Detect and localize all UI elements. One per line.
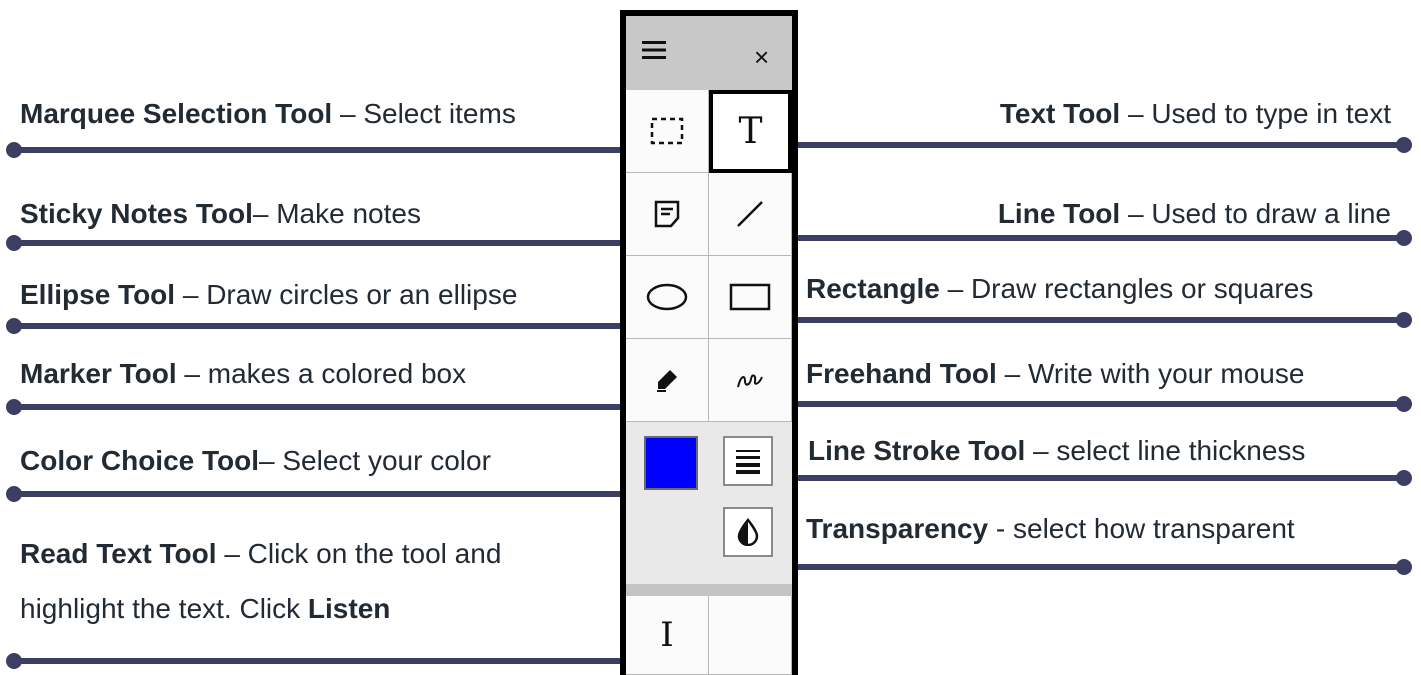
- sticky-notes-tool[interactable]: [626, 173, 709, 256]
- label-transparency: Transparency - select how transparent: [806, 513, 1295, 544]
- label-sticky-notes: Sticky Notes Tool– Make notes: [20, 198, 421, 229]
- label-line-stroke: Line Stroke Tool – select line thickness: [808, 435, 1306, 466]
- connector-dot: [1396, 230, 1412, 246]
- marquee-icon: [650, 117, 684, 145]
- toolbar-divider: [626, 584, 792, 596]
- connector-freehand: [776, 401, 1404, 407]
- read-text-cursor-icon: I: [660, 615, 674, 655]
- line-stroke-button[interactable]: [723, 436, 773, 486]
- ellipse-tool[interactable]: [626, 256, 709, 339]
- toolbar-header: ×: [626, 16, 792, 90]
- connector-dot: [6, 235, 22, 251]
- read-text-tool[interactable]: I: [626, 596, 709, 675]
- line-tool[interactable]: [709, 173, 792, 256]
- connector-sticky: [12, 240, 642, 246]
- toolbar-diagram: Marquee Selection Tool – Select items St…: [0, 0, 1421, 675]
- rectangle-icon: [728, 281, 772, 313]
- connector-marquee: [12, 147, 642, 153]
- connector-dot: [6, 486, 22, 502]
- connector-rectangle: [776, 317, 1404, 323]
- connector-dot: [1396, 137, 1412, 153]
- label-line-tool: Line Tool – Used to draw a line: [997, 198, 1391, 229]
- marker-icon: [654, 367, 680, 393]
- connector-read-text: [12, 658, 642, 664]
- connector-text-tool: [776, 142, 1404, 148]
- connector-dot: [6, 142, 22, 158]
- label-text-tool: Text Tool – Used to type in text: [999, 98, 1391, 129]
- close-button[interactable]: ×: [754, 44, 769, 70]
- connector-dot: [1396, 312, 1412, 328]
- label-color-choice: Color Choice Tool– Select your color: [20, 445, 491, 476]
- connector-color: [12, 491, 642, 497]
- label-marquee: Marquee Selection Tool – Select items: [20, 98, 516, 129]
- marker-tool[interactable]: [626, 339, 709, 422]
- connector-dot: [1396, 396, 1412, 412]
- line-icon: [734, 198, 766, 230]
- freehand-tool[interactable]: [709, 339, 792, 422]
- connector-stroke: [776, 475, 1404, 481]
- ellipse-icon: [645, 281, 689, 313]
- connector-line-tool: [776, 235, 1404, 241]
- transparency-button[interactable]: [723, 507, 773, 557]
- text-tool[interactable]: T: [709, 90, 792, 173]
- empty-tool-slot: [709, 596, 792, 675]
- label-marker: Marker Tool – makes a colored box: [20, 358, 467, 389]
- label-ellipse: Ellipse Tool – Draw circles or an ellips…: [20, 279, 518, 310]
- connector-dot: [1396, 470, 1412, 486]
- hamburger-menu-icon[interactable]: [642, 40, 666, 60]
- connector-dot: [1396, 559, 1412, 575]
- label-rectangle: Rectangle – Draw rectangles or squares: [806, 273, 1314, 304]
- marquee-selection-tool[interactable]: [626, 90, 709, 173]
- transparency-icon: [736, 518, 760, 546]
- connector-ellipse: [12, 323, 642, 329]
- toolbar-panel: × T I: [626, 16, 792, 675]
- connector-marker: [12, 404, 642, 410]
- label-read-text: Read Text Tool – Click on the tool and: [20, 538, 502, 569]
- connector-dot: [6, 653, 22, 669]
- color-choice-swatch[interactable]: [644, 436, 698, 490]
- drawing-toolbar: × T I: [620, 10, 798, 675]
- label-read-text-line2: highlight the text. Click Listen: [20, 593, 391, 624]
- connector-transparency: [776, 564, 1404, 570]
- rectangle-tool[interactable]: [709, 256, 792, 339]
- line-stroke-icon: [734, 447, 762, 475]
- connector-dot: [6, 318, 22, 334]
- freehand-icon: [735, 367, 765, 393]
- connector-dot: [6, 399, 22, 415]
- sticky-note-icon: [652, 199, 682, 229]
- label-freehand: Freehand Tool – Write with your mouse: [806, 358, 1305, 389]
- text-tool-icon: T: [738, 111, 763, 152]
